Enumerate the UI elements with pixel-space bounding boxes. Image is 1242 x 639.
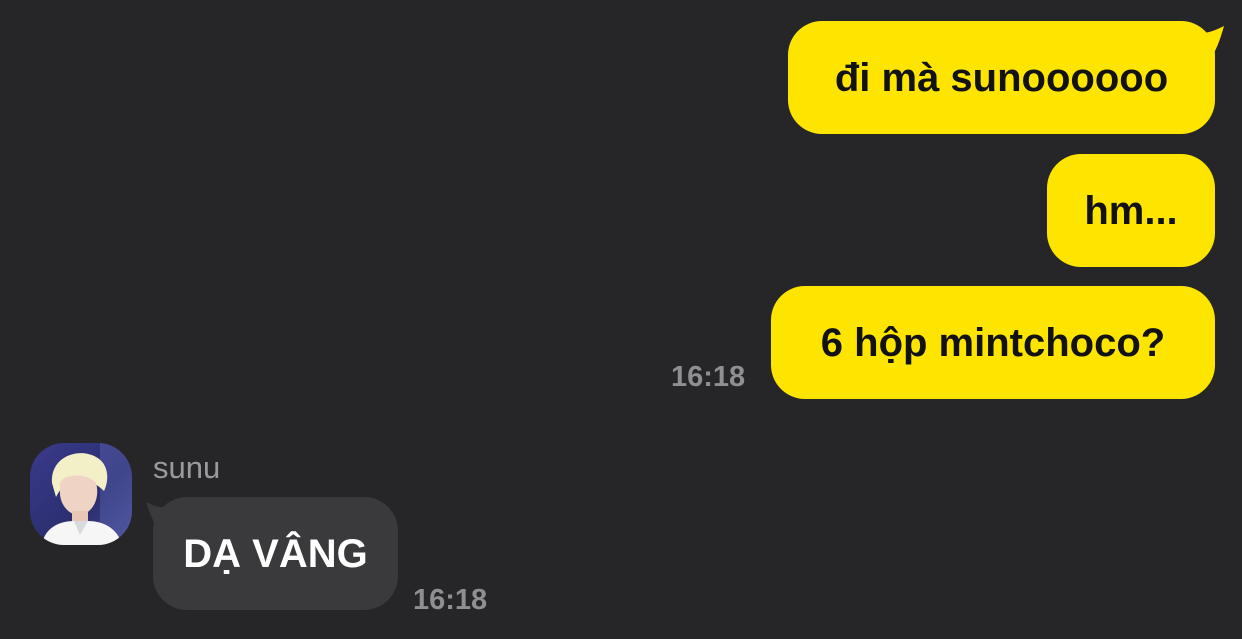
received-message-text: DẠ VÂNG	[183, 531, 368, 576]
avatar[interactable]	[30, 443, 132, 545]
sent-message-text: hm...	[1084, 188, 1178, 233]
sent-message-bubble[interactable]: hm...	[1047, 154, 1215, 267]
sender-name: sunu	[153, 450, 221, 485]
sent-message-bubble[interactable]: 6 hộp mintchoco?	[771, 286, 1215, 399]
sent-message-text: đi mà sunoooooo	[834, 55, 1169, 100]
sent-message-text: 6 hộp mintchoco?	[820, 320, 1166, 365]
profile-photo-icon	[30, 443, 132, 545]
sent-message-bubble[interactable]: đi mà sunoooooo	[788, 21, 1215, 134]
received-message-bubble[interactable]: DẠ VÂNG	[153, 497, 398, 610]
message-timestamp: 16:18	[671, 361, 746, 393]
message-timestamp: 16:18	[413, 584, 488, 616]
chat-conversation: đi mà sunoooooo hm... 6 hộp mintchoco? 1…	[0, 0, 1242, 639]
